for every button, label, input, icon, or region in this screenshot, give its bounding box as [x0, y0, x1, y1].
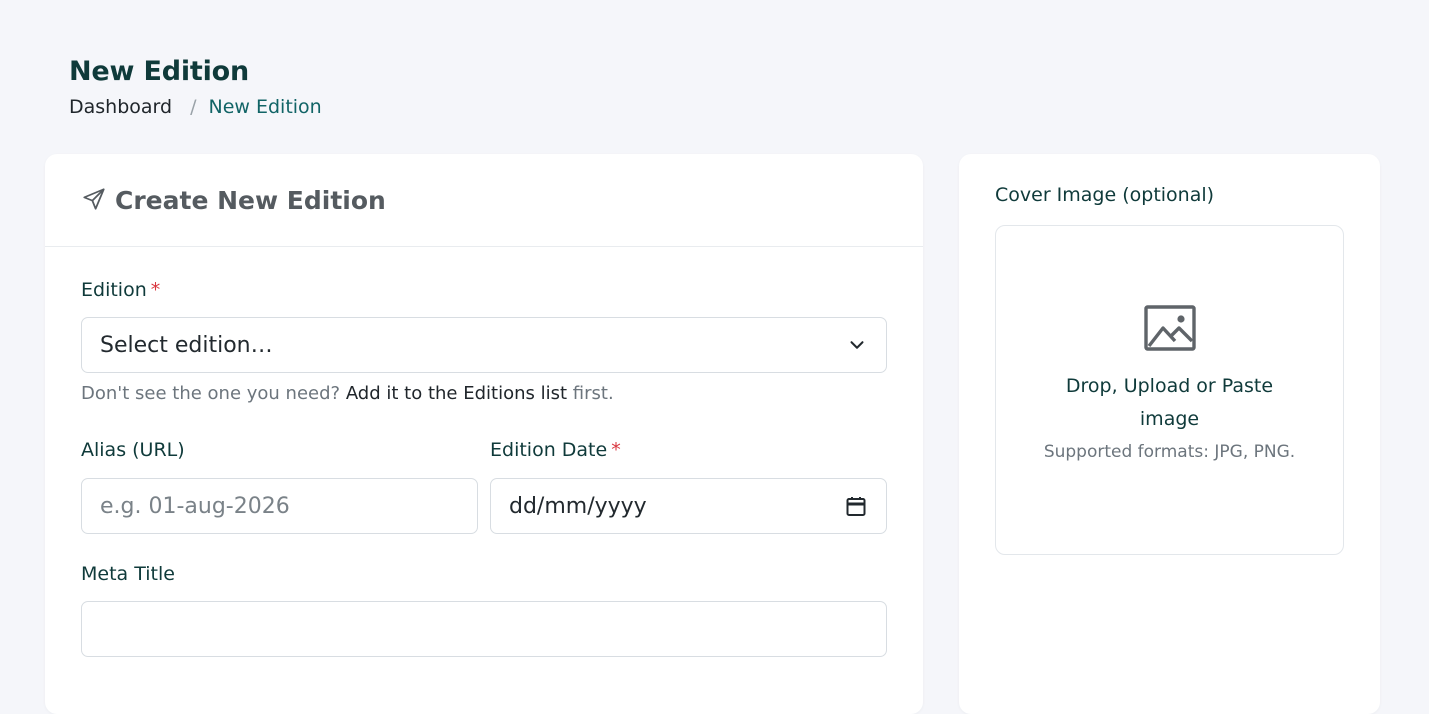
supported-formats: Supported formats: JPG, PNG. [1043, 442, 1296, 462]
calendar-icon[interactable] [844, 494, 868, 518]
chevron-down-icon [850, 341, 864, 349]
edition-date-input[interactable]: dd/mm/yyyy [490, 478, 887, 534]
breadcrumb-current: New Edition [208, 96, 322, 118]
alias-field [81, 478, 478, 534]
alias-input[interactable] [100, 493, 459, 519]
alias-label: Alias (URL) [81, 439, 185, 461]
required-mark: * [611, 439, 621, 461]
dropzone-text: Drop, Upload or Paste image [1065, 375, 1274, 430]
card-title: Create New Edition [115, 185, 386, 215]
page-title: New Edition [69, 56, 250, 87]
edition-date-label: Edition Date * [490, 438, 621, 462]
edition-label: Edition * [81, 278, 160, 302]
create-edition-card: Create New Edition Edition * Select editi… [45, 154, 923, 714]
cover-image-card: Cover Image (optional) Drop, Upload or P… [959, 154, 1380, 714]
card-header: Create New Edition [45, 154, 923, 247]
breadcrumb: Dashboard / New Edition [69, 94, 322, 120]
edition-date-placeholder: dd/mm/yyyy [509, 493, 647, 519]
edition-date-label-text: Edition Date [490, 439, 608, 461]
edition-label-text: Edition [81, 279, 147, 301]
meta-title-field [81, 601, 887, 657]
cover-image-dropzone[interactable]: Drop, Upload or Paste image Supported fo… [995, 225, 1344, 555]
meta-title-input[interactable] [100, 616, 868, 642]
add-edition-link[interactable]: Add it to the Editions list [346, 383, 567, 404]
cover-image-label: Cover Image (optional) [995, 184, 1215, 206]
edition-select-value: Select edition… [100, 332, 273, 358]
breadcrumb-dashboard-link[interactable]: Dashboard [69, 94, 172, 120]
required-mark: * [150, 279, 161, 301]
help-prefix: Don't see the one you need? [81, 383, 341, 404]
send-icon [83, 188, 105, 210]
help-suffix: first. [572, 383, 614, 404]
page-header: New Edition Dashboard / New Edition [69, 54, 322, 120]
meta-title-label: Meta Title [81, 563, 175, 585]
edition-help-text: Don't see the one you need? Add it to th… [81, 382, 614, 406]
breadcrumb-separator: / [190, 96, 197, 118]
edition-select[interactable]: Select edition… [81, 317, 887, 373]
image-icon [1143, 305, 1196, 351]
